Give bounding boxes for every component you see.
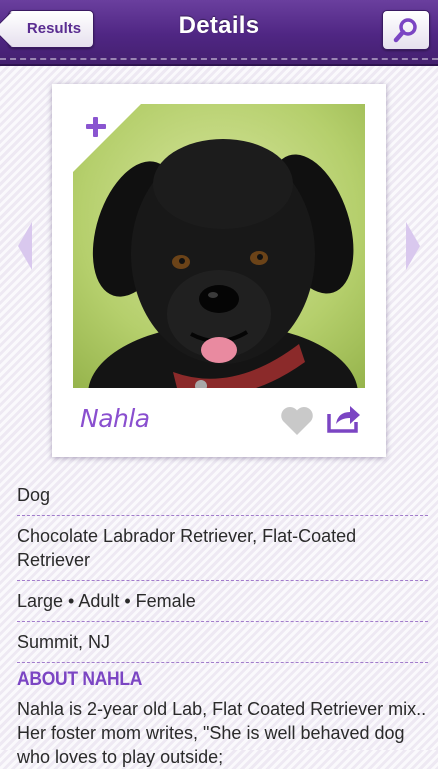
add-plus-icon[interactable] [86,117,106,137]
about-heading: ABOUT NAHLA [17,669,143,690]
species-row: Dog [17,475,428,516]
page-title: Details [178,12,260,39]
pet-photo-card: Nahla [52,84,386,457]
previous-pet-arrow-icon[interactable] [18,222,32,270]
about-description: Nahla is 2-year old Lab, Flat Coated Ret… [17,699,427,767]
pet-details: Dog Chocolate Labrador Retriever, Flat-C… [0,475,438,769]
attributes-row: Large • Adult • Female [17,581,428,622]
pet-name: Nahla [80,404,150,433]
favorite-corner-tab[interactable] [73,104,141,172]
location-row: Summit, NJ [17,622,428,663]
next-pet-arrow-icon[interactable] [406,222,420,270]
search-icon [393,18,417,43]
navigation-bar: Results Details [0,0,438,66]
share-icon[interactable] [326,402,362,434]
search-button[interactable] [382,10,430,50]
heart-icon[interactable] [280,406,314,436]
breed-row: Chocolate Labrador Retriever, Flat-Coate… [17,516,428,581]
